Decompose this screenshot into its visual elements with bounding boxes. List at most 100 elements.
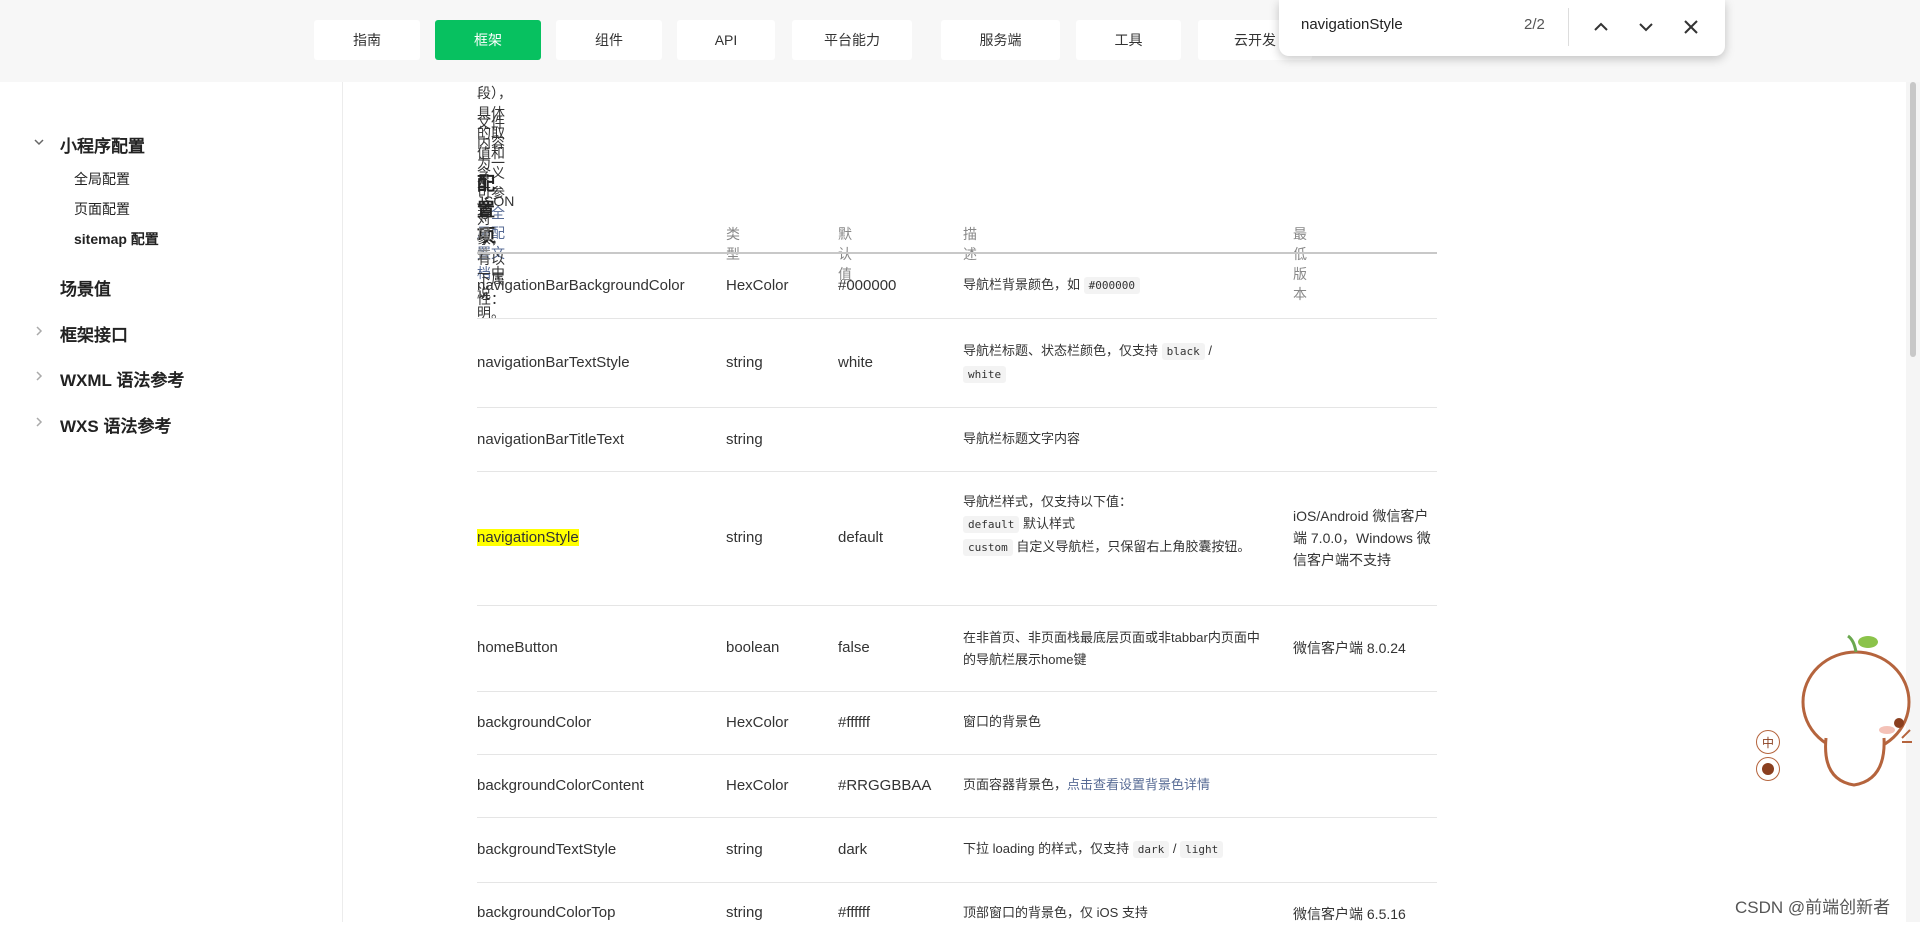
- table-cell-property: backgroundTextStyle: [477, 841, 617, 858]
- row-divider: [477, 754, 1437, 755]
- table-cell-description: 导航栏标题、状态栏颜色，仅支持 black / white: [963, 340, 1263, 386]
- table-cell-default: white: [838, 354, 874, 371]
- find-in-page-bar: navigationStyle 2/2: [1279, 0, 1725, 56]
- table-cell-property: homeButton: [477, 639, 558, 656]
- column-header-description: 描述: [963, 226, 977, 262]
- table-cell-property: navigationBarBackgroundColor: [477, 277, 685, 294]
- description-text: 默认样式: [1022, 516, 1075, 531]
- description-text: 页面容器背景色，: [963, 777, 1068, 792]
- table-cell-property: navigationBarTitleText: [477, 431, 625, 448]
- background-color-details-link[interactable]: 点击查看设置背景色详情: [1067, 777, 1210, 792]
- column-header-property: 属性: [477, 226, 491, 262]
- table-cell-default: false: [838, 639, 870, 656]
- sidebar-item-global-config[interactable]: 全局配置: [74, 169, 130, 189]
- row-divider: [477, 817, 1437, 818]
- table-cell-description: 页面容器背景色，点击查看设置背景色详情: [963, 774, 1263, 796]
- table-cell-default: #RRGGBBAA: [838, 777, 932, 794]
- find-input[interactable]: navigationStyle: [1301, 16, 1403, 33]
- chevron-up-icon: [1594, 22, 1608, 31]
- table-cell-description: 窗口的背景色: [963, 714, 1042, 729]
- find-divider: [1568, 8, 1569, 46]
- sidebar-item-page-config[interactable]: 页面配置: [74, 199, 130, 219]
- mascot-widget[interactable]: 中: [1756, 630, 1914, 805]
- sidebar-item-framework-api[interactable]: 框架接口: [60, 321, 128, 346]
- close-icon: [1684, 20, 1698, 34]
- scrollbar-thumb[interactable]: [1910, 82, 1916, 357]
- table-cell-default: dark: [838, 841, 868, 858]
- sidebar-item-wxs-reference[interactable]: WXS 语法参考: [60, 412, 171, 437]
- chevron-right-icon[interactable]: [34, 371, 44, 381]
- table-cell-default: default: [838, 529, 884, 546]
- column-header-default: 默认值: [838, 226, 852, 282]
- table-cell-description: 导航栏样式，仅支持以下值： default 默认样式 custom 自定义导航栏…: [963, 491, 1253, 559]
- row-divider: [477, 318, 1437, 319]
- search-highlight: navigationStyle: [477, 529, 579, 546]
- table-cell-property: navigationStyle: [477, 529, 579, 546]
- sidebar-item-miniprogram-config[interactable]: 小程序配置: [60, 132, 145, 157]
- description-separator: /: [1172, 841, 1177, 856]
- table-cell-description: 导航栏背景颜色，如 #000000: [963, 274, 1263, 297]
- table-cell-type: HexColor: [726, 777, 789, 794]
- find-previous-button[interactable]: [1588, 14, 1614, 40]
- chevron-down-icon: [1639, 23, 1653, 32]
- watermark: CSDN @前端创新者: [1735, 898, 1891, 917]
- mascot-emoji-icon[interactable]: [1756, 757, 1780, 781]
- code-snippet: light: [1180, 841, 1224, 858]
- table-cell-default: #ffffff: [838, 714, 870, 731]
- table-cell-min-version: 微信客户端 8.0.24: [1293, 640, 1406, 656]
- tab-guide[interactable]: 指南: [314, 20, 420, 60]
- row-divider: [477, 605, 1437, 606]
- table-cell-description: 下拉 loading 的样式，仅支持 dark / light: [963, 838, 1263, 861]
- row-divider: [477, 882, 1437, 883]
- code-snippet: dark: [1132, 841, 1170, 858]
- table-cell-type: boolean: [726, 639, 780, 656]
- table-cell-type: string: [726, 431, 763, 448]
- mascot-character-icon: [1801, 634, 1912, 787]
- find-close-button[interactable]: [1678, 14, 1704, 40]
- tab-server[interactable]: 服务端: [941, 20, 1060, 60]
- row-divider: [477, 691, 1437, 692]
- table-cell-description: 导航栏标题文字内容: [963, 431, 1081, 446]
- sidebar-item-wxml-reference[interactable]: WXML 语法参考: [60, 366, 184, 391]
- table-cell-type: string: [726, 841, 763, 858]
- tab-tools[interactable]: 工具: [1076, 20, 1181, 60]
- find-match-count: 2/2: [1524, 16, 1545, 33]
- description-text: 导航栏背景颜色，如: [963, 277, 1081, 292]
- tab-components[interactable]: 组件: [556, 20, 662, 60]
- description-text: 导航栏标题、状态栏颜色，仅支持: [963, 343, 1159, 358]
- tab-framework[interactable]: 框架: [435, 20, 541, 60]
- chevron-right-icon[interactable]: [34, 326, 44, 336]
- description-text: 导航栏样式，仅支持以下值：: [963, 494, 1133, 509]
- table-cell-property: navigationBarTextStyle: [477, 354, 630, 371]
- table-cell-default: #000000: [838, 277, 897, 294]
- description-separator: /: [1208, 343, 1213, 358]
- tab-platform-capabilities[interactable]: 平台能力: [792, 20, 912, 60]
- code-snippet: custom: [963, 539, 1013, 556]
- find-next-button[interactable]: [1633, 14, 1659, 40]
- sidebar: 小程序配置 全局配置 页面配置 sitemap 配置 场景值 框架接口 WXML…: [0, 82, 343, 922]
- sidebar-item-scene-values[interactable]: 场景值: [60, 275, 111, 300]
- description-text: 自定义导航栏，只保留右上角胶囊按钮。: [1016, 539, 1251, 554]
- code-snippet: default: [963, 516, 1020, 533]
- chevron-right-icon[interactable]: [34, 417, 44, 427]
- code-snippet: black: [1161, 343, 1205, 360]
- mascot-badge[interactable]: 中: [1756, 730, 1780, 754]
- code-snippet: white: [963, 366, 1007, 383]
- description-text: 下拉 loading 的样式，仅支持: [963, 841, 1130, 856]
- table-cell-default: #ffffff: [838, 904, 870, 921]
- row-divider: [477, 407, 1437, 408]
- tab-api[interactable]: API: [677, 20, 775, 60]
- table-cell-property: backgroundColor: [477, 714, 592, 731]
- table-cell-property: backgroundColorContent: [477, 777, 644, 794]
- table-cell-description: 顶部窗口的背景色，仅 iOS 支持: [963, 905, 1148, 920]
- table-cell-type: string: [726, 354, 763, 371]
- column-header-type: 类型: [726, 226, 740, 262]
- row-divider: [477, 471, 1437, 472]
- table-cell-type: HexColor: [726, 714, 789, 731]
- chevron-down-icon[interactable]: [34, 137, 44, 147]
- table-cell-min-version: iOS/Android 微信客户端 7.0.0，Windows 微信客户端不支持: [1293, 508, 1431, 568]
- table-header-divider: [477, 252, 1437, 254]
- sidebar-item-sitemap-config[interactable]: sitemap 配置: [74, 229, 159, 249]
- code-snippet: #000000: [1083, 277, 1140, 294]
- column-header-min-version: 最低版本: [1293, 226, 1307, 302]
